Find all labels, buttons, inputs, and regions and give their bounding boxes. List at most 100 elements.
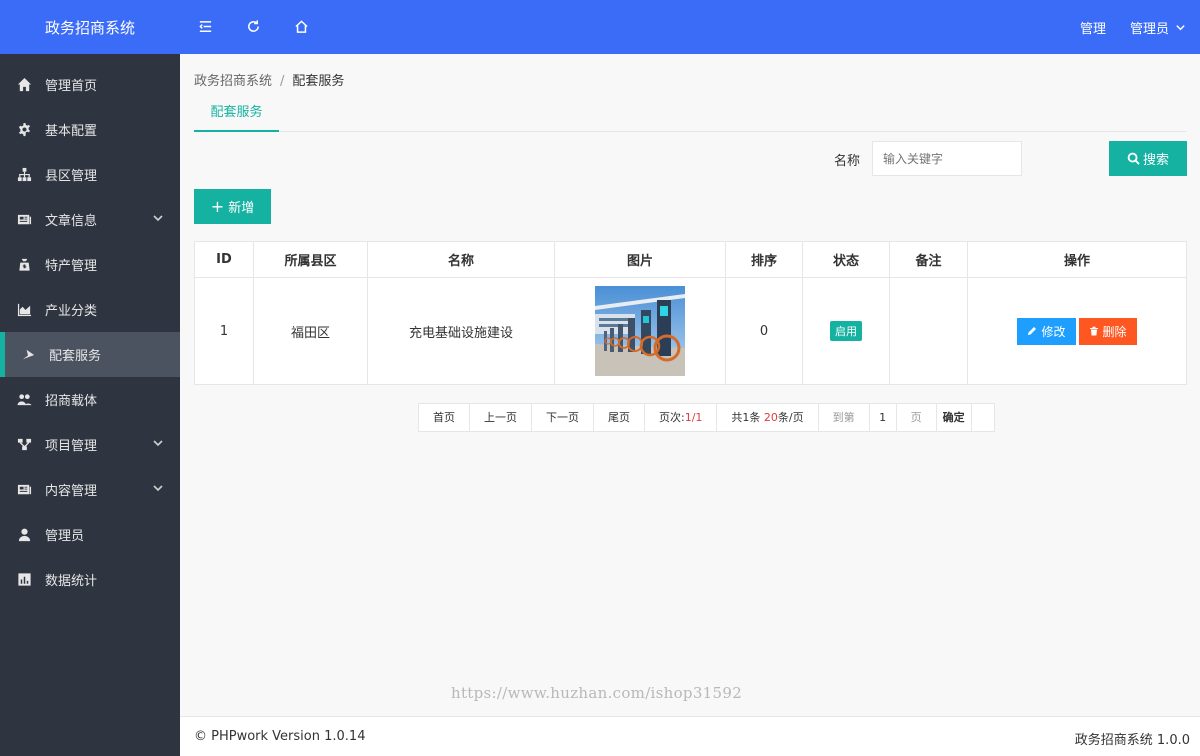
page-last-link[interactable]: 尾页	[594, 404, 645, 431]
sidebar-item-projects[interactable]: 项目管理	[0, 422, 180, 467]
sidebar-item-label: 产业分类	[45, 304, 98, 319]
edit-button[interactable]: 修改	[1017, 317, 1076, 345]
page-first-link[interactable]: 首页	[419, 404, 470, 431]
goto-label: 到第	[819, 404, 870, 431]
goto-confirm-button[interactable]: 确定	[936, 404, 972, 431]
column-header-id: ID	[194, 241, 254, 278]
sidebar: 政务招商系统 管理首页 基本配置 县区管理 文章信息 特产管理 产业分类 配套服…	[0, 0, 180, 756]
column-header-status: 状态	[802, 241, 890, 278]
watermark-text: https://www.huzhan.com/ishop31592	[451, 684, 743, 702]
column-header-remark: 备注	[889, 241, 968, 278]
sitemap-icon	[16, 167, 32, 183]
table-row: 1 福田区 充电基础设施建设 0 启用 修改 删除	[194, 277, 1187, 385]
breadcrumb-current: 配套服务	[292, 74, 345, 89]
app-logo-title[interactable]: 政务招商系统	[0, 0, 180, 54]
delete-button[interactable]: 删除	[1078, 317, 1137, 345]
area-chart-icon	[16, 302, 32, 318]
column-header-image: 图片	[554, 241, 726, 278]
manage-link[interactable]: 管理	[1080, 0, 1106, 54]
sidebar-nav: 管理首页 基本配置 县区管理 文章信息 特产管理 产业分类 配套服务 招商载体 …	[0, 54, 180, 602]
page-counter: 页次:1/1	[645, 404, 718, 431]
sidebar-item-label: 文章信息	[45, 214, 98, 229]
edit-button-label: 修改	[1041, 324, 1066, 339]
user-menu[interactable]: 管理员	[1130, 0, 1186, 54]
chevron-down-icon	[152, 482, 164, 494]
chevron-down-icon	[152, 212, 164, 224]
search-label: 名称	[834, 154, 861, 169]
cell-sort: 0	[725, 277, 803, 385]
sidebar-item-home[interactable]: 管理首页	[0, 62, 180, 107]
delete-button-label: 删除	[1102, 324, 1127, 339]
user-menu-label: 管理员	[1130, 21, 1170, 37]
footer-version: © PHPwork Version 1.0.14	[194, 729, 366, 744]
pencil-icon	[1028, 327, 1037, 335]
search-icon	[1127, 152, 1140, 165]
user-icon	[16, 527, 32, 543]
data-table: ID 所属县区 名称 图片 排序 状态 备注 操作 1 福田区 充电基础设施建设	[194, 241, 1187, 385]
charging-station-thumbnail[interactable]	[595, 286, 685, 376]
menu-toggle-icon[interactable]	[196, 17, 214, 35]
breadcrumb: 政务招商系统 / 配套服务	[194, 70, 344, 89]
page-size-unit: 条/页	[777, 411, 804, 424]
search-input[interactable]	[872, 141, 1022, 176]
page-counter-label: 页次:	[659, 411, 685, 424]
sidebar-item-basic-config[interactable]: 基本配置	[0, 107, 180, 152]
connection-icon	[16, 437, 32, 453]
sidebar-item-county[interactable]: 县区管理	[0, 152, 180, 197]
sidebar-item-articles[interactable]: 文章信息	[0, 197, 180, 242]
search-button[interactable]: 搜索	[1109, 141, 1187, 176]
column-header-name: 名称	[367, 241, 555, 278]
page-size-value: 20	[763, 411, 778, 424]
chevron-down-icon	[152, 437, 164, 449]
sidebar-item-label: 基本配置	[45, 124, 98, 139]
footer-app-version: 政务招商系统 1.0.0	[1074, 733, 1190, 748]
sidebar-item-services[interactable]: 配套服务	[0, 332, 180, 377]
refresh-icon[interactable]	[244, 17, 262, 35]
status-badge: 启用	[830, 321, 862, 341]
add-button[interactable]: + 新增	[194, 189, 271, 224]
sidebar-item-stats[interactable]: 数据统计	[0, 557, 180, 602]
gear-icon	[16, 122, 32, 138]
sidebar-item-label: 招商载体	[45, 394, 98, 409]
newspaper-icon	[16, 212, 32, 228]
sidebar-item-label: 配套服务	[49, 349, 102, 364]
sidebar-item-carriers[interactable]: 招商载体	[0, 377, 180, 422]
page-prev-link[interactable]: 上一页	[470, 404, 532, 431]
home-icon	[16, 77, 32, 93]
sidebar-item-label: 项目管理	[45, 439, 98, 454]
pagination: 首页 上一页 下一页 尾页 页次:1/1 共1条 20条/页 到第 1 页 确定	[418, 403, 995, 432]
breadcrumb-separator: /	[280, 74, 285, 89]
home-outline-icon[interactable]	[292, 17, 310, 35]
goto-page-unit: 页	[897, 404, 937, 431]
cell-status: 启用	[802, 277, 890, 385]
cell-county: 福田区	[253, 277, 368, 385]
page-total: 共1条 20条/页	[717, 404, 819, 431]
sidebar-item-label: 数据统计	[45, 574, 98, 589]
page-next-link[interactable]: 下一页	[532, 404, 594, 431]
trash-icon	[1089, 326, 1098, 336]
chevron-down-icon	[1176, 24, 1185, 30]
main-content: 政务招商系统/配套服务 配套服务 名称 搜索 + 新增 ID 所属县区 名称 图…	[180, 54, 1200, 716]
sidebar-item-admins[interactable]: 管理员	[0, 512, 180, 557]
cell-image	[554, 277, 726, 385]
sidebar-item-specialty[interactable]: 特产管理	[0, 242, 180, 287]
send-icon	[20, 347, 36, 363]
sidebar-item-label: 特产管理	[45, 259, 98, 274]
sidebar-item-content[interactable]: 内容管理	[0, 467, 180, 512]
content-icon	[16, 482, 32, 498]
page-counter-value: 1/1	[684, 411, 703, 424]
cell-actions: 修改 删除	[967, 277, 1187, 385]
top-bar: 管理 管理员	[180, 0, 1200, 54]
breadcrumb-root[interactable]: 政务招商系统	[194, 74, 272, 89]
sidebar-item-industry[interactable]: 产业分类	[0, 287, 180, 332]
tab-services[interactable]: 配套服务	[194, 96, 279, 132]
column-header-actions: 操作	[967, 241, 1187, 278]
search-button-label: 搜索	[1142, 153, 1169, 168]
sidebar-item-label: 管理员	[45, 529, 85, 544]
page-total-label: 共1条	[731, 411, 764, 424]
goto-page-input[interactable]: 1	[869, 404, 897, 431]
cell-name: 充电基础设施建设	[367, 277, 555, 385]
bar-chart-icon	[16, 572, 32, 588]
add-button-label: 新增	[228, 201, 255, 216]
sidebar-item-label: 县区管理	[45, 169, 98, 184]
